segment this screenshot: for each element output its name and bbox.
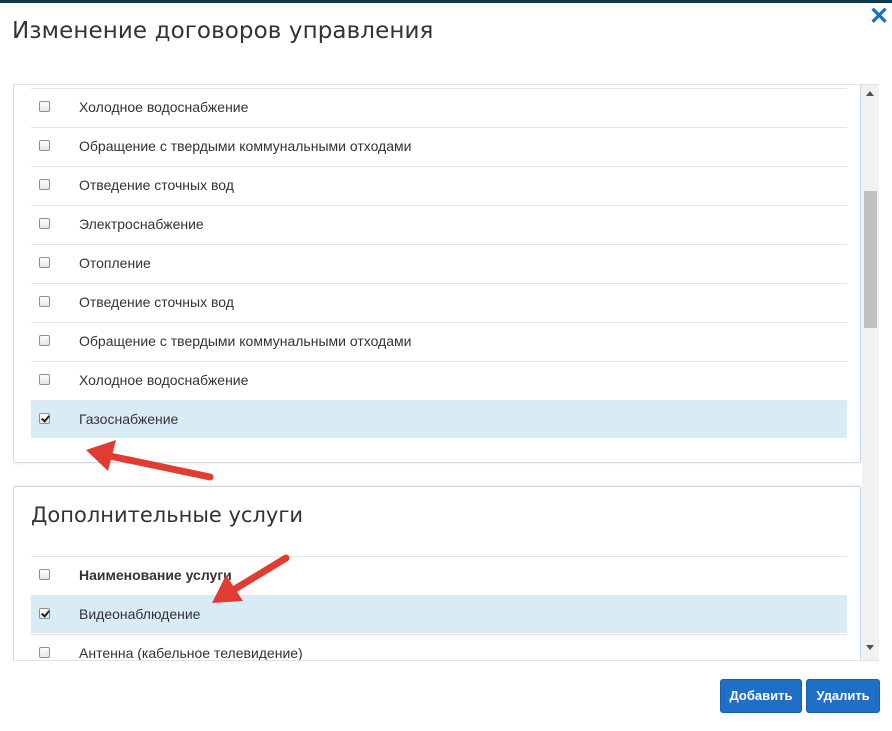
additional-services-panel: Дополнительные услуги Наименование услуг…	[13, 486, 861, 661]
utilities-panel: Холодное водоснабжение Обращение с тверд…	[13, 85, 861, 463]
delete-button[interactable]: Удалить	[806, 679, 880, 713]
row-checkbox[interactable]	[39, 218, 50, 229]
section-heading: Дополнительные услуги	[31, 503, 303, 527]
row-label: Антенна (кабельное телевидение)	[79, 645, 303, 661]
row-label: Электроснабжение	[79, 216, 204, 232]
list-item[interactable]: Отведение сточных вод	[31, 166, 847, 204]
scroll-up-arrow-icon[interactable]	[866, 91, 874, 96]
vertical-scrollbar[interactable]	[862, 85, 879, 660]
window-top-border	[0, 0, 892, 3]
list-item[interactable]: Обращение с твердыми коммунальными отход…	[31, 322, 847, 360]
row-checkbox[interactable]	[39, 101, 50, 112]
close-icon[interactable]: ✕	[868, 5, 890, 29]
row-label: Отопление	[79, 255, 151, 271]
list-item[interactable]: Электроснабжение	[31, 205, 847, 243]
list-item[interactable]: Холодное водоснабжение	[31, 88, 847, 126]
row-checkbox-checked[interactable]	[39, 608, 50, 619]
list-item-selected[interactable]: Видеонаблюдение	[31, 595, 847, 633]
list-item[interactable]: Холодное водоснабжение	[31, 361, 847, 399]
list-item[interactable]: Отопление	[31, 244, 847, 282]
row-label: Обращение с твердыми коммунальными отход…	[79, 333, 412, 349]
row-label: Отведение сточных вод	[79, 177, 234, 193]
modal-scroll-area[interactable]: Холодное водоснабжение Обращение с тверд…	[13, 84, 879, 661]
row-checkbox[interactable]	[39, 335, 50, 346]
row-label: Обращение с твердыми коммунальными отход…	[79, 138, 412, 154]
row-label: Газоснабжение	[79, 411, 179, 427]
list-item[interactable]: Антенна (кабельное телевидение)	[31, 634, 847, 661]
row-label: Видеонаблюдение	[79, 606, 201, 622]
row-checkbox[interactable]	[39, 374, 50, 385]
column-header: Наименование услуги	[79, 567, 232, 583]
table-header-row: Наименование услуги	[31, 556, 847, 594]
list-item[interactable]: Отведение сточных вод	[31, 283, 847, 321]
row-label: Холодное водоснабжение	[79, 372, 249, 388]
row-label: Холодное водоснабжение	[79, 99, 249, 115]
list-item[interactable]: Обращение с твердыми коммунальными отход…	[31, 127, 847, 165]
add-button[interactable]: Добавить	[720, 679, 802, 713]
row-checkbox[interactable]	[39, 296, 50, 307]
modal-title: Изменение договоров управления	[12, 18, 434, 44]
row-checkbox[interactable]	[39, 140, 50, 151]
list-item-selected[interactable]: Газоснабжение	[31, 400, 847, 438]
row-checkbox-checked[interactable]	[39, 413, 50, 424]
scroll-down-arrow-icon[interactable]	[866, 645, 874, 650]
row-checkbox[interactable]	[39, 647, 50, 658]
row-label: Отведение сточных вод	[79, 294, 234, 310]
row-checkbox[interactable]	[39, 179, 50, 190]
scrollbar-thumb[interactable]	[864, 191, 877, 328]
row-checkbox[interactable]	[39, 257, 50, 268]
select-all-checkbox[interactable]	[39, 569, 50, 580]
